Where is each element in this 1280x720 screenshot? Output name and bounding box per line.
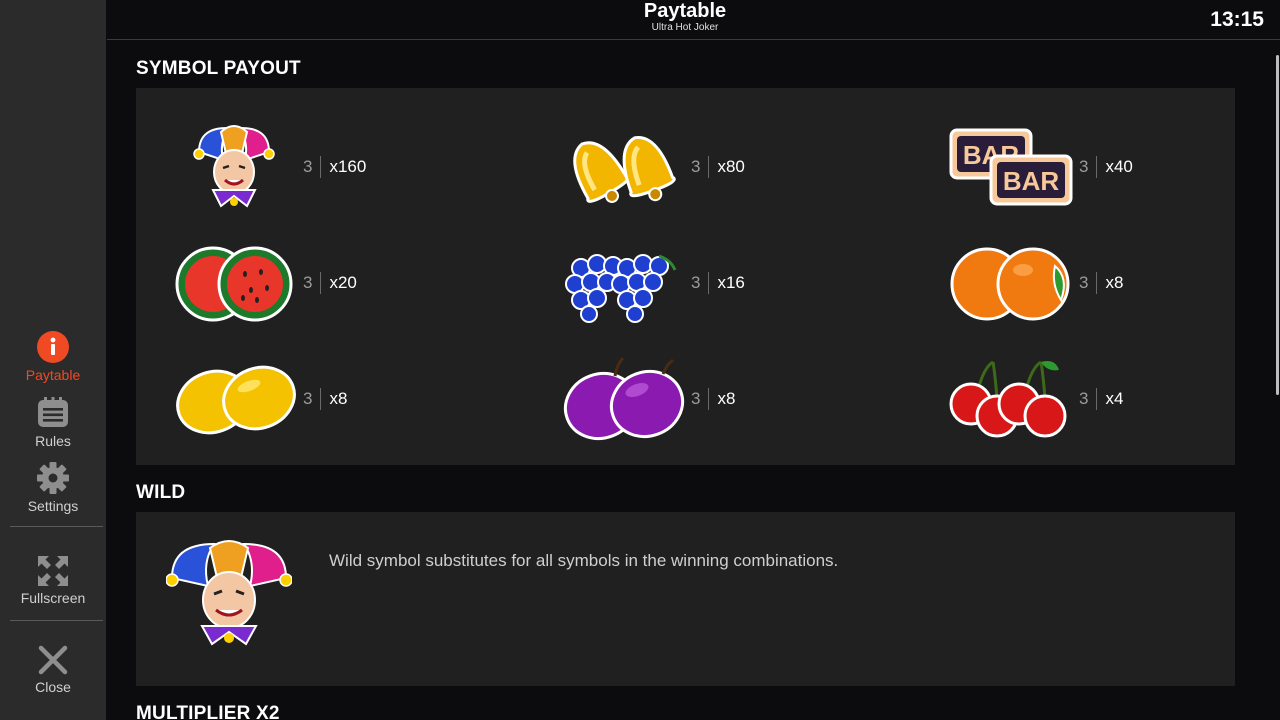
gear-icon bbox=[37, 462, 69, 494]
symbol-payout-panel: 3 x160 3 x80 BAR BAR 3 x40 3 x20 3 x16 3… bbox=[136, 88, 1235, 465]
wild-joker-icon bbox=[166, 540, 292, 646]
sidebar-divider bbox=[10, 526, 103, 527]
payout-count: 3 bbox=[1079, 272, 1098, 294]
page-title: Paytable bbox=[643, 0, 727, 22]
game-name: Ultra Hot Joker bbox=[651, 22, 719, 33]
sidebar-item-label: Rules bbox=[35, 433, 71, 449]
payout-item-bar: BAR BAR 3 x40 bbox=[947, 122, 1133, 212]
wild-description: Wild symbol substitutes for all symbols … bbox=[329, 551, 839, 570]
payout-multiplier: x8 bbox=[329, 389, 348, 408]
sidebar-item-label: Settings bbox=[27, 498, 79, 514]
payout-count: 3 bbox=[303, 156, 322, 178]
payout-item-watermelons: 3 x20 bbox=[171, 238, 357, 328]
close-icon bbox=[38, 645, 68, 675]
payout-count: 3 bbox=[303, 388, 322, 410]
clock: 13:15 bbox=[1210, 8, 1264, 31]
payout-multiplier: x20 bbox=[329, 273, 357, 292]
watermelons-symbol-icon bbox=[175, 246, 293, 322]
payout-multiplier: x40 bbox=[1105, 157, 1133, 176]
sidebar-item-label: Close bbox=[35, 679, 71, 695]
payout-item-joker: 3 x160 bbox=[171, 122, 366, 212]
bar-symbol-icon: BAR BAR bbox=[949, 128, 1073, 206]
joker-symbol-icon bbox=[193, 125, 275, 208]
grapes-symbol-icon bbox=[565, 254, 677, 323]
bells-symbol-icon bbox=[573, 136, 676, 203]
payout-item-grapes: 3 x16 bbox=[559, 238, 745, 328]
sidebar-divider bbox=[10, 620, 103, 621]
wild-panel: Wild symbol substitutes for all symbols … bbox=[136, 512, 1235, 686]
paytable-content[interactable]: SYMBOL PAYOUT 3 x160 3 x80 BAR BAR 3 x40… bbox=[107, 41, 1280, 720]
payout-item-lemons: 3 x8 bbox=[171, 354, 347, 444]
payout-multiplier: x8 bbox=[717, 389, 736, 408]
info-icon bbox=[37, 331, 69, 363]
payout-item-bells: 3 x80 bbox=[559, 122, 745, 212]
payout-multiplier: x160 bbox=[329, 157, 367, 176]
sidebar-item-rules[interactable]: Rules bbox=[0, 397, 106, 449]
payout-count: 3 bbox=[691, 388, 710, 410]
payout-multiplier: x16 bbox=[717, 273, 745, 292]
section-title-symbol-payout: SYMBOL PAYOUT bbox=[136, 58, 301, 79]
payout-item-cherries: 3 x4 bbox=[947, 354, 1123, 444]
scrollbar[interactable] bbox=[1276, 55, 1279, 395]
section-title-wild: WILD bbox=[136, 482, 186, 503]
sidebar-item-label: Paytable bbox=[25, 367, 81, 383]
rules-icon bbox=[38, 397, 68, 427]
fullscreen-icon bbox=[38, 556, 68, 586]
header: Paytable Ultra Hot Joker 13:15 bbox=[107, 0, 1280, 40]
sidebar-item-close[interactable]: Close bbox=[0, 645, 106, 695]
payout-item-oranges: 3 x8 bbox=[947, 238, 1123, 328]
payout-count: 3 bbox=[303, 272, 322, 294]
plums-symbol-icon bbox=[563, 356, 685, 440]
payout-multiplier: x80 bbox=[717, 157, 745, 176]
cherries-symbol-icon bbox=[949, 360, 1067, 438]
payout-count: 3 bbox=[691, 272, 710, 294]
lemons-symbol-icon bbox=[176, 365, 296, 435]
sidebar-item-paytable[interactable]: Paytable bbox=[0, 331, 106, 383]
payout-multiplier: x4 bbox=[1105, 389, 1124, 408]
sidebar: Paytable Rules Settings Fullscreen Close bbox=[0, 0, 106, 720]
payout-multiplier: x8 bbox=[1105, 273, 1124, 292]
payout-count: 3 bbox=[691, 156, 710, 178]
payout-count: 3 bbox=[1079, 388, 1098, 410]
svg-text:BAR: BAR bbox=[1003, 166, 1060, 196]
sidebar-item-label: Fullscreen bbox=[20, 590, 86, 606]
section-title-multiplier: MULTIPLIER X2 bbox=[136, 703, 280, 720]
sidebar-item-fullscreen[interactable]: Fullscreen bbox=[0, 556, 106, 606]
payout-count: 3 bbox=[1079, 156, 1098, 178]
sidebar-item-settings[interactable]: Settings bbox=[0, 462, 106, 514]
oranges-symbol-icon bbox=[950, 247, 1070, 321]
payout-item-plums: 3 x8 bbox=[559, 354, 735, 444]
